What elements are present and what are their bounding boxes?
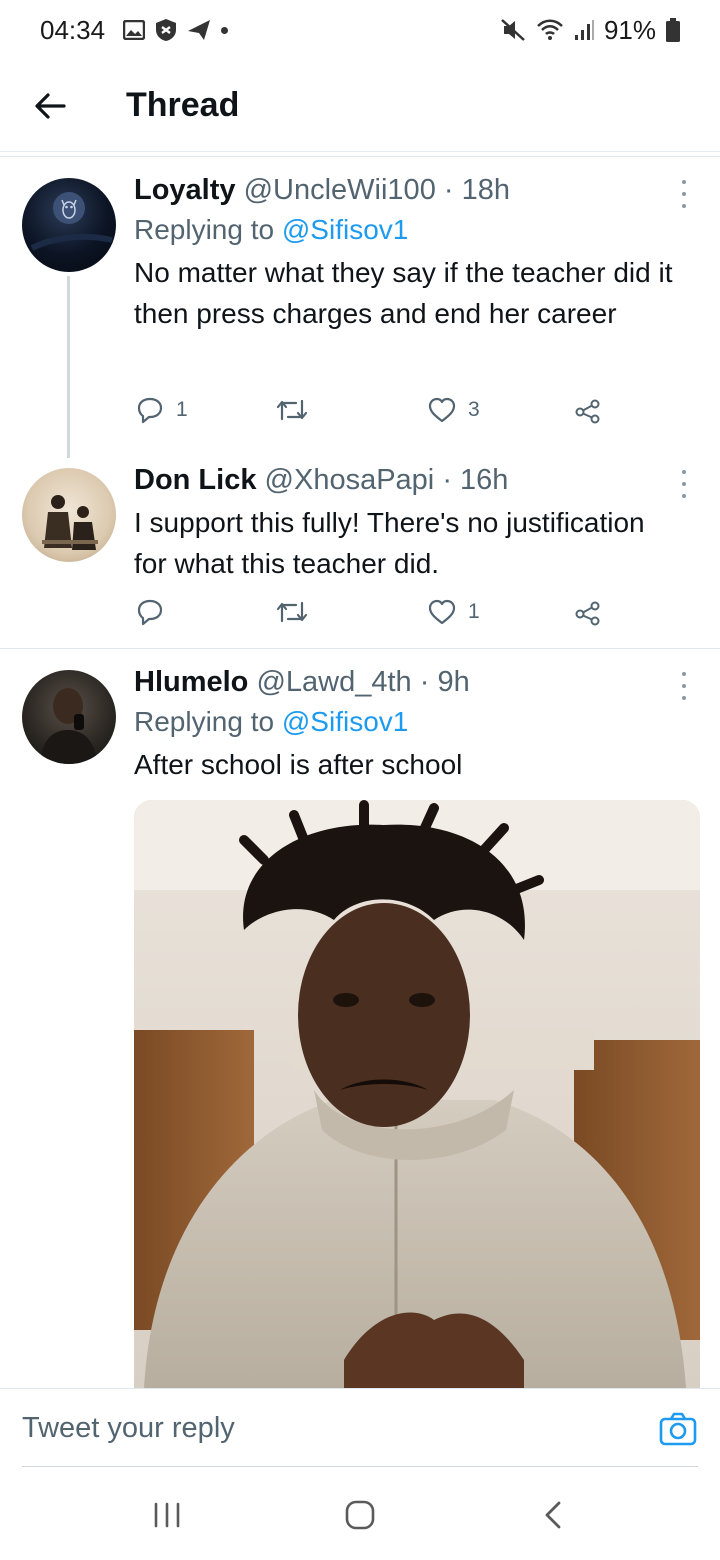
like-count: 1 [468, 600, 480, 623]
avatar[interactable] [22, 178, 116, 272]
tweet-header: Hlumelo @Lawd_4th · 9h [134, 662, 680, 702]
vintage-photo-icon [42, 495, 98, 550]
user-handle[interactable]: @Lawd_4th [256, 666, 411, 698]
mute-icon [500, 18, 526, 42]
mention-link[interactable]: @Sifisov1 [282, 706, 408, 737]
gallery-icon [123, 20, 146, 40]
status-time: 04:34 [40, 14, 106, 45]
separator-dot: · [442, 464, 452, 496]
tweet-actions: 1 [134, 592, 614, 632]
tweet-header: Don Lick @XhosaPapi · 16h [134, 460, 680, 500]
top-app-bar: Thread [0, 60, 720, 152]
battery-icon [666, 18, 680, 42]
back-icon [545, 1501, 561, 1529]
retweet-button[interactable] [276, 592, 308, 632]
status-left: 04:34 [40, 14, 229, 46]
display-name[interactable]: Loyalty [134, 174, 236, 206]
like-button[interactable]: 3 [428, 390, 480, 430]
share-icon [575, 399, 600, 424]
separator-dot: · [419, 666, 430, 698]
status-right: 91% [500, 15, 680, 46]
heart-icon [428, 397, 456, 423]
tweet-time[interactable]: 9h [437, 666, 469, 698]
reply-composer: Tweet your reply [0, 1388, 720, 1468]
share-button[interactable] [574, 592, 602, 632]
home-icon [345, 1500, 375, 1530]
separator-dot: · [443, 174, 454, 206]
wifi-icon [536, 19, 564, 41]
like-button[interactable]: 1 [428, 592, 480, 632]
divider [0, 156, 720, 157]
replying-prefix: Replying to [134, 214, 282, 245]
system-back-button[interactable] [523, 1485, 583, 1545]
avatar[interactable] [22, 468, 116, 562]
recents-icon [154, 1502, 179, 1528]
divider [0, 648, 720, 649]
tweet[interactable]: Loyalty @UncleWii100 · 18h Replying to @… [0, 158, 720, 458]
replying-to: Replying to @Sifisov1 [134, 702, 680, 742]
status-bar: 04:34 91% [0, 0, 720, 60]
reply-icon [137, 599, 163, 626]
reply-button[interactable]: 1 [136, 390, 188, 430]
tweet-text: After school is after school [134, 749, 463, 780]
user-handle[interactable]: @UncleWii100 [244, 174, 436, 206]
user-handle[interactable]: @XhosaPapi [265, 464, 435, 496]
retweet-button[interactable] [276, 390, 308, 430]
tweet-content: Don Lick @XhosaPapi · 16h I support this… [134, 460, 680, 584]
display-name[interactable]: Don Lick [134, 464, 256, 496]
signal-icon [574, 19, 594, 41]
system-navigation-bar [0, 1470, 720, 1560]
tweet-text: I support this fully! There's no justifi… [134, 507, 645, 579]
replying-prefix: Replying to [134, 706, 282, 737]
tweet[interactable]: Don Lick @XhosaPapi · 16h I support this… [0, 458, 720, 648]
tweet-media-image[interactable] [134, 800, 700, 1388]
retweet-icon [276, 601, 308, 623]
replying-to: Replying to @Sifisov1 [134, 210, 680, 250]
photo-of-man-icon [134, 800, 700, 1388]
tweet-text: No matter what they say if the teacher d… [134, 257, 673, 329]
tweet-time[interactable]: 18h [462, 174, 510, 206]
retweet-icon [276, 399, 308, 421]
share-icon [575, 601, 600, 626]
share-button[interactable] [574, 390, 602, 430]
notification-dot [221, 26, 229, 34]
arrow-left-icon [35, 92, 66, 119]
heart-icon [428, 599, 456, 625]
avatar[interactable] [22, 670, 116, 764]
reply-button[interactable] [136, 592, 164, 632]
battery-percent: 91% [603, 14, 656, 45]
tweet-header: Loyalty @UncleWii100 · 18h [134, 170, 680, 210]
mention-link[interactable]: @Sifisov1 [282, 214, 408, 245]
tweet-content: Hlumelo @Lawd_4th · 9h Replying to @Sifi… [134, 662, 680, 785]
reply-icon [137, 397, 163, 424]
display-name[interactable]: Hlumelo [134, 666, 248, 698]
person-photo-icon [40, 688, 98, 764]
reply-count: 1 [176, 398, 188, 421]
owl-icon [30, 192, 113, 251]
tweet-actions: 1 3 [134, 390, 614, 430]
camera-button[interactable] [658, 1409, 698, 1449]
tweet-time[interactable]: 16h [460, 464, 508, 496]
like-count: 3 [468, 398, 480, 421]
shield-icon [155, 18, 177, 42]
back-button[interactable] [20, 76, 80, 136]
camera-icon [659, 1412, 697, 1445]
send-icon [187, 19, 211, 41]
reply-input[interactable]: Tweet your reply [22, 1412, 658, 1445]
thread-line [67, 276, 70, 458]
reply-underline [22, 1466, 698, 1467]
recents-button[interactable] [137, 1485, 197, 1545]
home-button[interactable] [330, 1485, 390, 1545]
page-title: Thread [126, 86, 240, 124]
tweet-content: Loyalty @UncleWii100 · 18h Replying to @… [134, 170, 680, 334]
